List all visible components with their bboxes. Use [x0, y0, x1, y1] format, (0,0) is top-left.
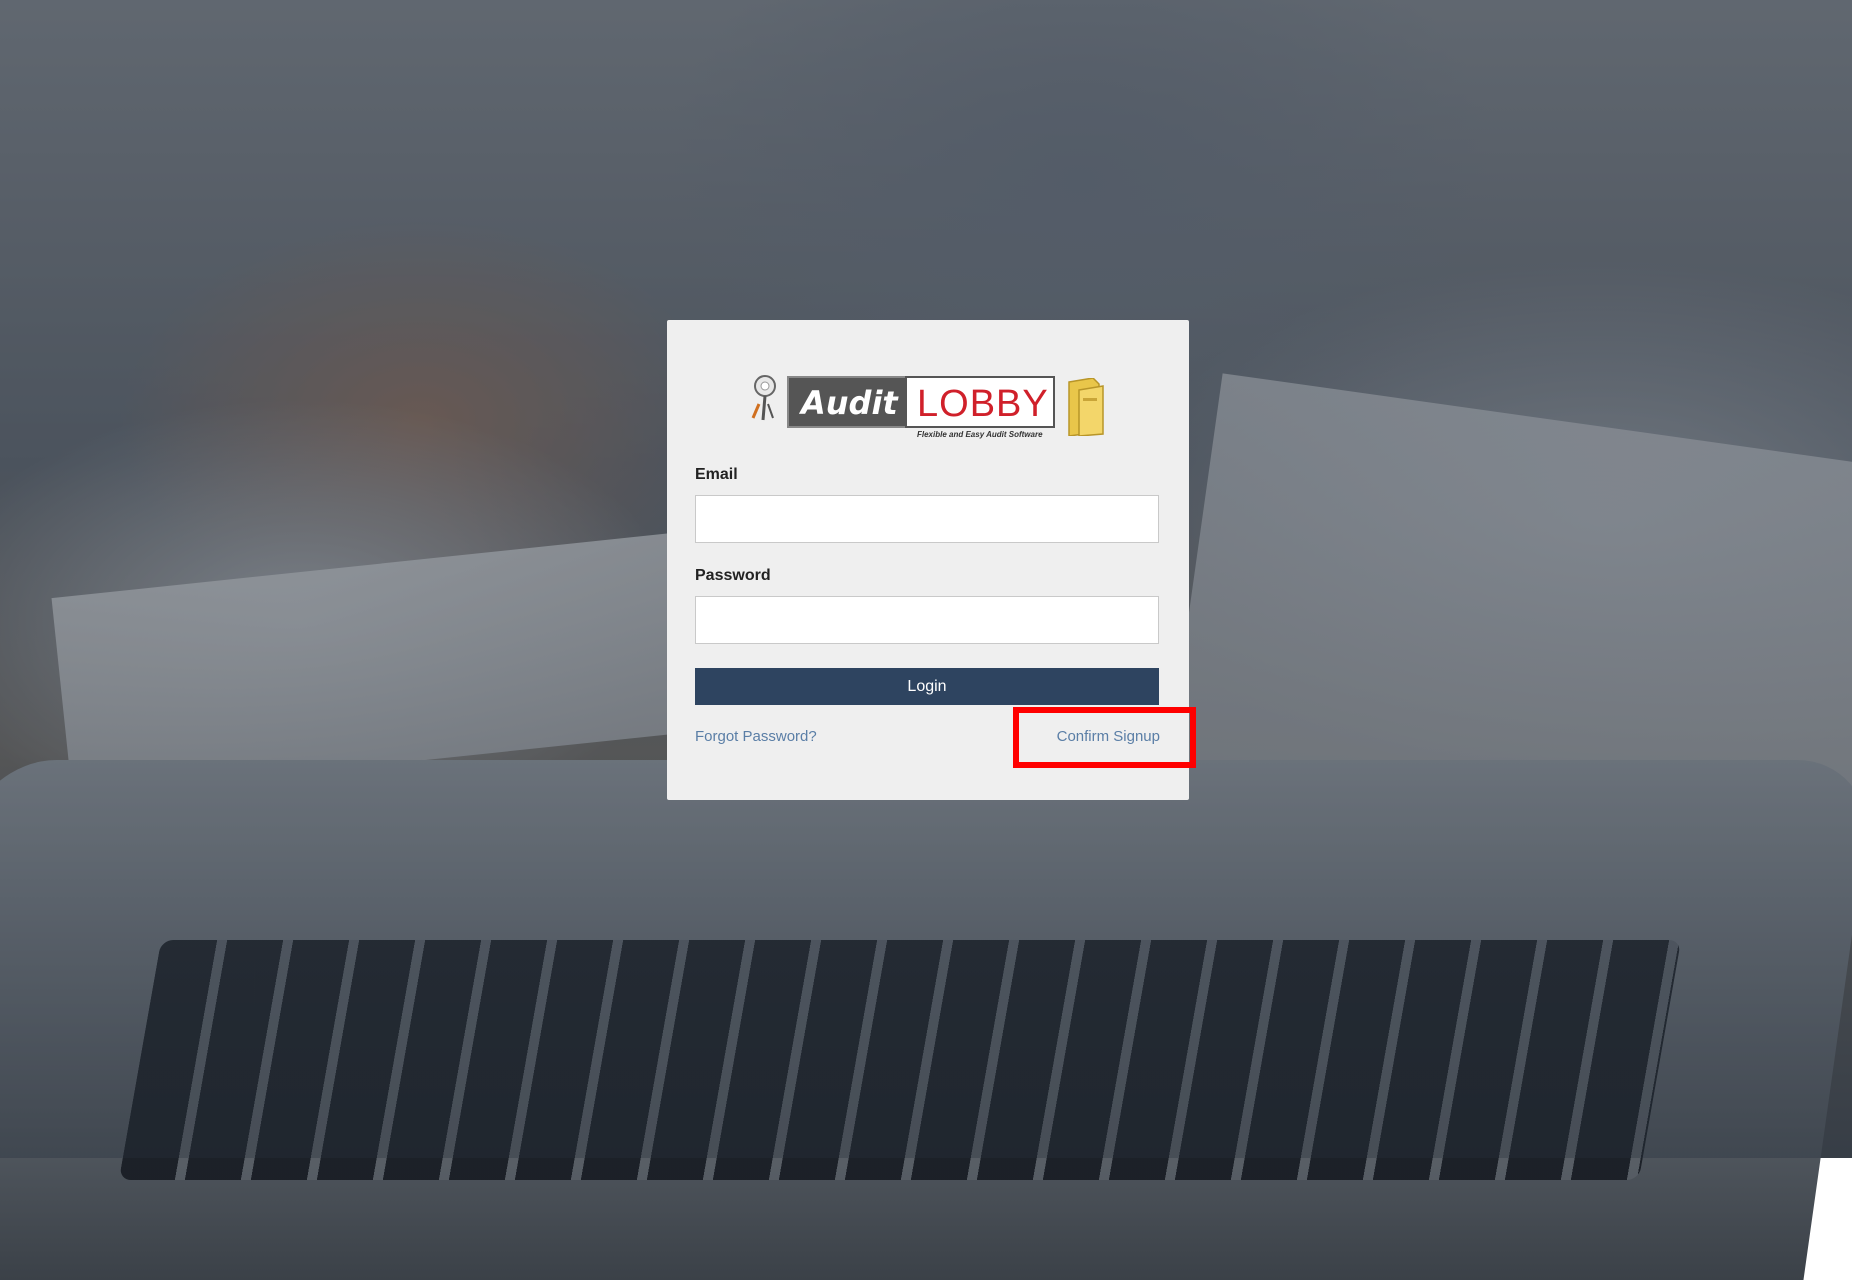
logo-lobby-text: LOBBY: [917, 383, 1049, 425]
password-field[interactable]: [695, 596, 1159, 644]
password-label: Password: [695, 567, 771, 584]
email-field[interactable]: [695, 495, 1159, 543]
email-label: Email: [695, 466, 738, 483]
logo-audit-text: Audit: [801, 384, 898, 422]
login-button[interactable]: Login: [695, 668, 1159, 705]
logo-audit-block: Audit: [787, 376, 907, 428]
forgot-password-link[interactable]: Forgot Password?: [695, 728, 817, 745]
logo-tagline: Flexible and Easy Audit Software: [917, 430, 1043, 439]
key-icon: [751, 375, 776, 421]
folder-icon: [1068, 378, 1104, 436]
audit-lobby-logo: Audit LOBBY Flexible and Easy Audit Soft…: [745, 370, 1115, 445]
confirm-signup-highlight-box: [1013, 707, 1196, 768]
logo-lobby-block: LOBBY: [905, 376, 1055, 428]
